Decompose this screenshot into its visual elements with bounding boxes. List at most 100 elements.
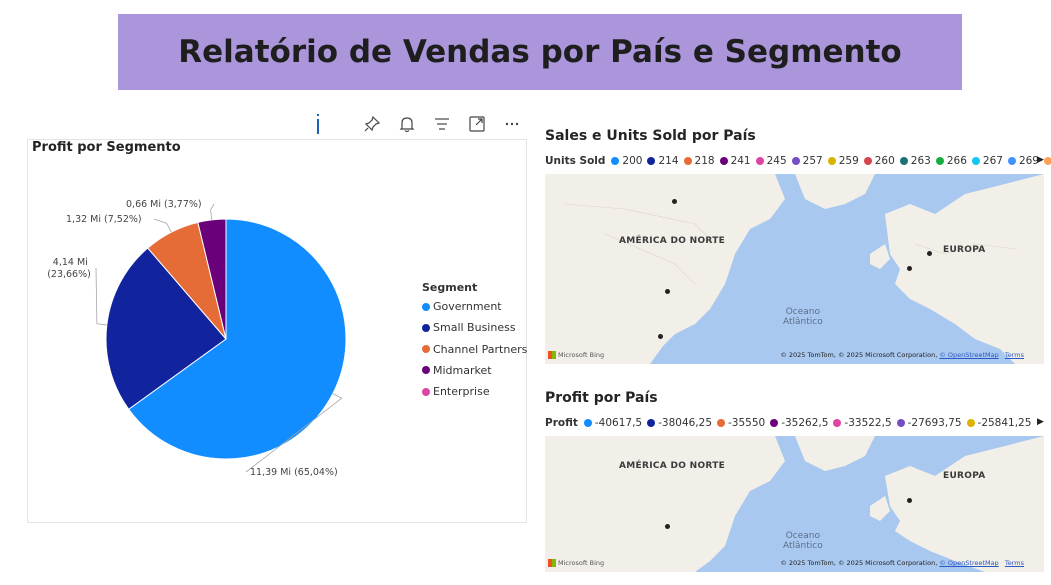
legend-dot-icon: [647, 157, 656, 165]
pin-icon[interactable]: [360, 112, 384, 136]
map1-bing-text: Microsoft Bing: [558, 351, 605, 359]
map1-attribution: © 2025 TomTom, © 2025 Microsoft Corporat…: [780, 351, 1024, 359]
pie-legend-item[interactable]: Midmarket: [422, 364, 492, 377]
more-options-icon[interactable]: [500, 112, 524, 136]
map-legend-label: 200: [622, 155, 643, 167]
map-legend-label: 257: [802, 155, 823, 167]
map-legend-item[interactable]: 260: [863, 155, 895, 167]
map1-marker[interactable]: [658, 334, 663, 339]
map2-terms-link[interactable]: Terms: [1005, 559, 1024, 567]
legend-dot-icon: [1007, 157, 1016, 165]
pie-chart-card[interactable]: Profit por Segmento 11,39 Mi (65,04%) 4,1…: [27, 139, 527, 523]
map-legend-label: 245: [766, 155, 787, 167]
map-card-profit[interactable]: Profit por País Profit -40617,5 -38046,25…: [545, 390, 1045, 580]
map2-attribution: © 2025 TomTom, © 2025 Microsoft Corporat…: [780, 559, 1024, 567]
map1-marker[interactable]: [665, 289, 670, 294]
map1-marker[interactable]: [672, 199, 677, 204]
filter-icon[interactable]: [430, 112, 454, 136]
pie-legend-label: Enterprise: [433, 385, 490, 399]
legend-dot-icon: [770, 419, 779, 427]
legend-dot-icon: [899, 157, 908, 165]
legend-dot-icon: [683, 157, 692, 165]
pie-leader-line: [95, 267, 107, 326]
map1-title: Sales e Units Sold por País: [545, 128, 756, 144]
map-legend-item[interactable]: -35550: [717, 417, 765, 429]
map1-marker[interactable]: [927, 251, 932, 256]
map1-legend-title: Units Sold: [545, 155, 606, 167]
map-legend-label: -40617,5: [594, 417, 643, 429]
legend-dot-icon: [755, 157, 764, 165]
pie-legend-item[interactable]: Channel Partners: [422, 343, 527, 356]
legend-dot-icon: [863, 157, 872, 165]
map2-label-north-america: AMÉRICA DO NORTE: [619, 461, 726, 471]
legend-dot-icon: [935, 157, 944, 165]
map-legend-item[interactable]: -25841,25: [966, 417, 1032, 429]
map-legend-item[interactable]: 214: [647, 155, 679, 167]
legend-dot-icon: [791, 157, 800, 165]
map2-legend: Profit -40617,5 -38046,25 -35550 -35262,5 -3…: [545, 417, 1036, 429]
map-legend-item[interactable]: 218: [683, 155, 715, 167]
map-legend-item[interactable]: 266: [935, 155, 967, 167]
map2-legend-next-icon[interactable]: ▶: [1037, 417, 1044, 427]
map-legend-label: 266: [946, 155, 967, 167]
legend-dot-icon: [827, 157, 836, 165]
map-legend-item[interactable]: 270: [1043, 155, 1051, 167]
map-legend-label: 259: [838, 155, 859, 167]
map2-osm-link[interactable]: © OpenStreetMap: [939, 559, 998, 567]
pie-legend-label: Government: [433, 300, 502, 313]
map-legend-item[interactable]: -38046,25: [647, 417, 712, 429]
info-icon[interactable]: [306, 112, 330, 136]
map1-land: [545, 174, 1044, 364]
map-legend-item[interactable]: 200: [611, 155, 642, 167]
map-legend-item[interactable]: 269: [1007, 155, 1039, 167]
map-legend-label: -33522,5: [844, 417, 892, 429]
pie-legend-label: Midmarket: [433, 363, 492, 377]
legend-dot-icon: [966, 419, 975, 427]
map2-land: [545, 436, 1044, 572]
map-legend-label: -25841,25: [977, 417, 1032, 429]
map-legend-item[interactable]: -40617,5: [583, 417, 643, 429]
map-legend-item[interactable]: 245: [755, 155, 787, 167]
map-legend-item[interactable]: 257: [791, 155, 823, 167]
map-legend-item[interactable]: 263: [899, 155, 931, 167]
map-legend-label: -38046,25: [658, 417, 712, 429]
legend-dot-icon: [896, 419, 905, 427]
legend-dot-icon: [833, 419, 842, 427]
map-legend-item[interactable]: -35262,5: [770, 417, 828, 429]
page-title: Relatório de Vendas por País e Segmento: [178, 34, 902, 70]
map1-area[interactable]: AMÉRICA DO NORTE EUROPA Oceano Atlântico…: [545, 174, 1044, 364]
map-legend-label: 241: [730, 155, 751, 167]
map1-label-ocean: Oceano Atlântico: [783, 307, 823, 327]
map2-marker[interactable]: [665, 524, 670, 529]
map-legend-item[interactable]: 259: [827, 155, 859, 167]
map2-marker[interactable]: [907, 498, 912, 503]
map1-legend-next-icon[interactable]: ▶: [1037, 155, 1044, 165]
map2-area[interactable]: AMÉRICA DO NORTE EUROPA Oceano Atlântico…: [545, 436, 1044, 572]
legend-dot-icon: [717, 419, 725, 427]
legend-dot-icon: [422, 387, 430, 396]
map1-marker[interactable]: [907, 266, 912, 271]
pie-legend-item[interactable]: Enterprise: [422, 385, 490, 398]
legend-dot-icon: [422, 302, 430, 311]
map1-terms-link[interactable]: Terms: [1005, 351, 1024, 359]
map1-osm-link[interactable]: © OpenStreetMap: [939, 351, 998, 359]
focus-mode-icon[interactable]: [465, 112, 489, 136]
legend-dot-icon: [647, 419, 656, 427]
legend-dot-icon: [422, 345, 430, 354]
pie-legend-item[interactable]: Small Business: [422, 321, 516, 334]
map-legend-item[interactable]: -27693,75: [896, 417, 962, 429]
map-legend-label: -35262,5: [781, 417, 829, 429]
pie-leader-line: [153, 218, 172, 233]
legend-dot-icon: [1043, 157, 1051, 165]
map1-label-north-america: AMÉRICA DO NORTE: [619, 236, 726, 246]
legend-dot-icon: [971, 157, 980, 165]
map2-title: Profit por País: [545, 390, 658, 406]
map-legend-item[interactable]: -33522,5: [833, 417, 892, 429]
pie-legend-item[interactable]: Government: [422, 300, 502, 313]
map-legend-item[interactable]: 267: [971, 155, 1003, 167]
bell-icon[interactable]: [395, 112, 419, 136]
map-legend-item[interactable]: 241: [719, 155, 751, 167]
pie-data-label: 11,39 Mi (65,04%): [250, 467, 338, 478]
legend-dot-icon: [611, 157, 620, 165]
map-card-sales-units[interactable]: Sales e Units Sold por País Units Sold 2…: [545, 128, 1051, 368]
